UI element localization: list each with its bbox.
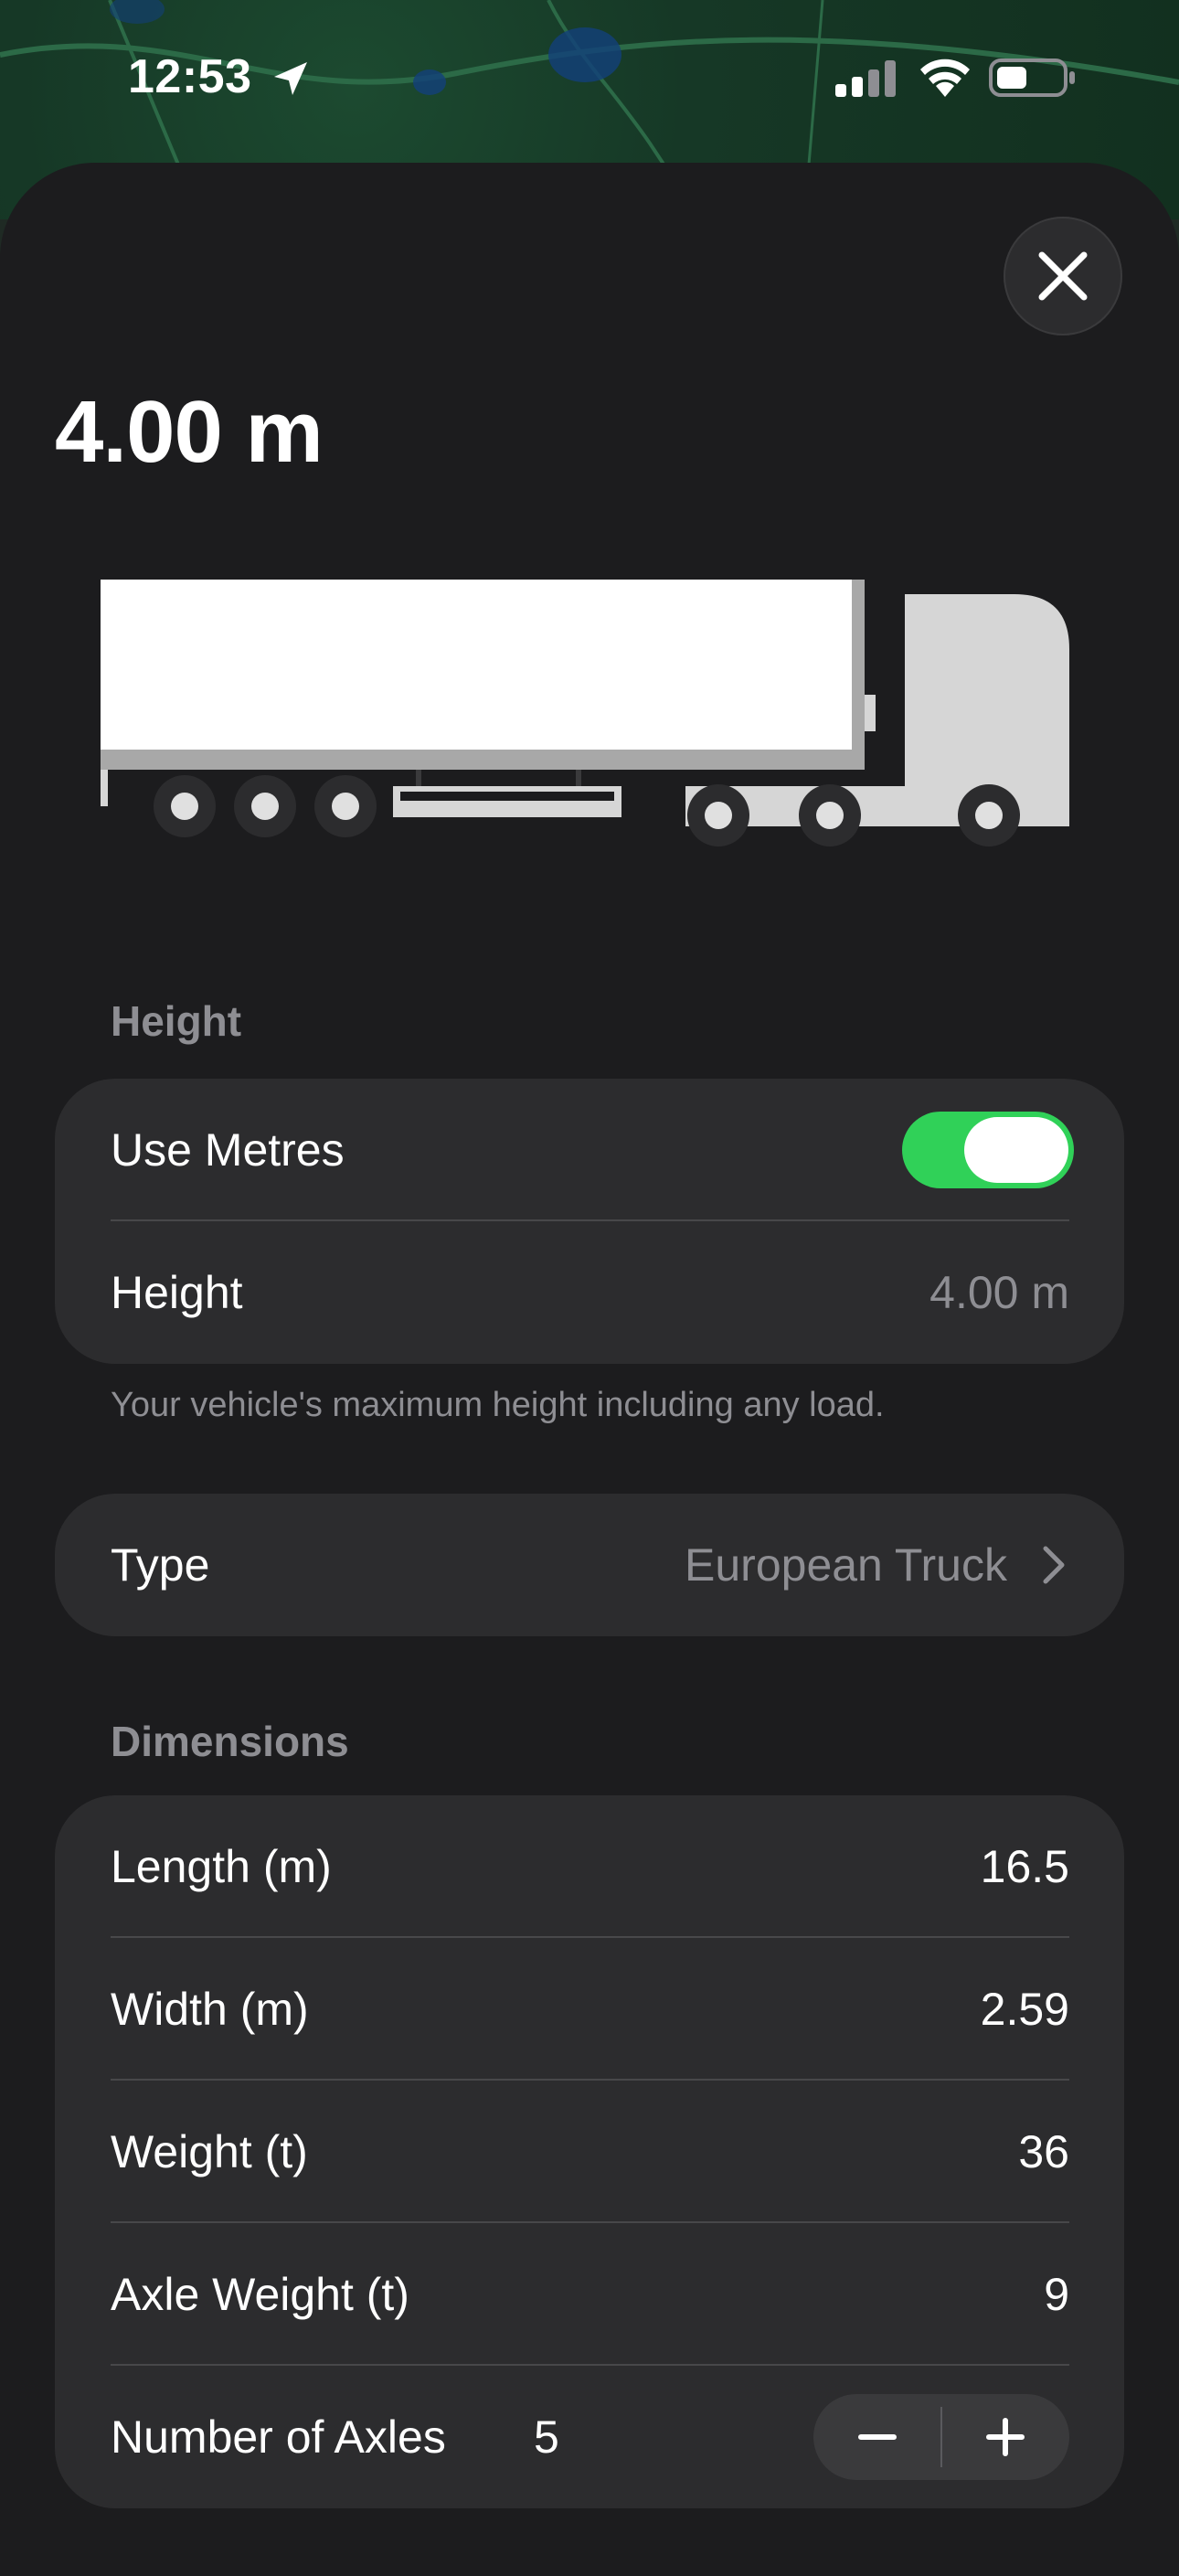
axles-stepper xyxy=(813,2394,1069,2480)
width-value[interactable]: 2.59 xyxy=(981,1983,1069,2036)
height-value[interactable]: 4.00 m xyxy=(929,1266,1069,1319)
decrement-button[interactable] xyxy=(813,2394,941,2480)
section-header-dimensions: Dimensions xyxy=(111,1718,349,1765)
weight-value[interactable]: 36 xyxy=(1018,2125,1069,2178)
axle-weight-value[interactable]: 9 xyxy=(1044,2268,1069,2321)
length-value[interactable]: 16.5 xyxy=(981,1840,1069,1893)
status-time: 12:53 xyxy=(128,50,252,103)
type-label: Type xyxy=(111,1539,210,1591)
location-arrow-icon xyxy=(274,62,307,95)
minus-icon xyxy=(858,2434,897,2440)
truck-illustration xyxy=(101,580,1069,846)
axle-weight-label: Axle Weight (t) xyxy=(111,2269,409,2320)
weight-label: Weight (t) xyxy=(111,2126,308,2177)
length-label: Length (m) xyxy=(111,1841,332,1892)
close-button[interactable] xyxy=(1004,217,1122,335)
section-header-height: Height xyxy=(111,997,242,1045)
cellular-signal-icon xyxy=(835,60,896,97)
dimension-row-weight[interactable]: Weight (t) 36 xyxy=(55,2081,1124,2223)
width-label: Width (m) xyxy=(111,1984,309,2035)
toggle-knob xyxy=(964,1117,1068,1183)
use-metres-toggle[interactable] xyxy=(902,1112,1074,1188)
increment-button[interactable] xyxy=(941,2394,1069,2480)
status-bar: 12:53 xyxy=(0,0,1179,155)
close-icon xyxy=(1038,251,1088,301)
chevron-right-icon xyxy=(1043,1546,1065,1584)
dimension-row-axle-weight[interactable]: Axle Weight (t) 9 xyxy=(55,2223,1124,2366)
type-value: European Truck xyxy=(685,1539,1007,1591)
page-title: 4.00 m xyxy=(55,383,324,481)
dimension-row-width[interactable]: Width (m) 2.59 xyxy=(55,1938,1124,2081)
dimension-row-length[interactable]: Length (m) 16.5 xyxy=(55,1795,1124,1938)
dimensions-card: Length (m) 16.5 Width (m) 2.59 Weight (t… xyxy=(55,1795,1124,2508)
type-row[interactable]: Type European Truck xyxy=(55,1494,1124,1636)
battery-icon xyxy=(989,59,1075,97)
height-card: Use Metres Height 4.00 m xyxy=(55,1079,1124,1364)
height-label: Height xyxy=(111,1267,243,1318)
use-metres-label: Use Metres xyxy=(111,1124,345,1176)
number-of-axles-label: Number of Axles xyxy=(111,2411,446,2463)
number-of-axles-value: 5 xyxy=(534,2411,559,2463)
plus-icon xyxy=(986,2418,1025,2456)
height-row[interactable]: Height 4.00 m xyxy=(55,1221,1124,1364)
use-metres-row: Use Metres xyxy=(55,1079,1124,1221)
height-footnote: Your vehicle's maximum height including … xyxy=(111,1386,885,1424)
wifi-icon xyxy=(920,59,970,97)
type-card: Type European Truck xyxy=(55,1494,1124,1636)
number-of-axles-row: Number of Axles 5 xyxy=(55,2366,1124,2508)
